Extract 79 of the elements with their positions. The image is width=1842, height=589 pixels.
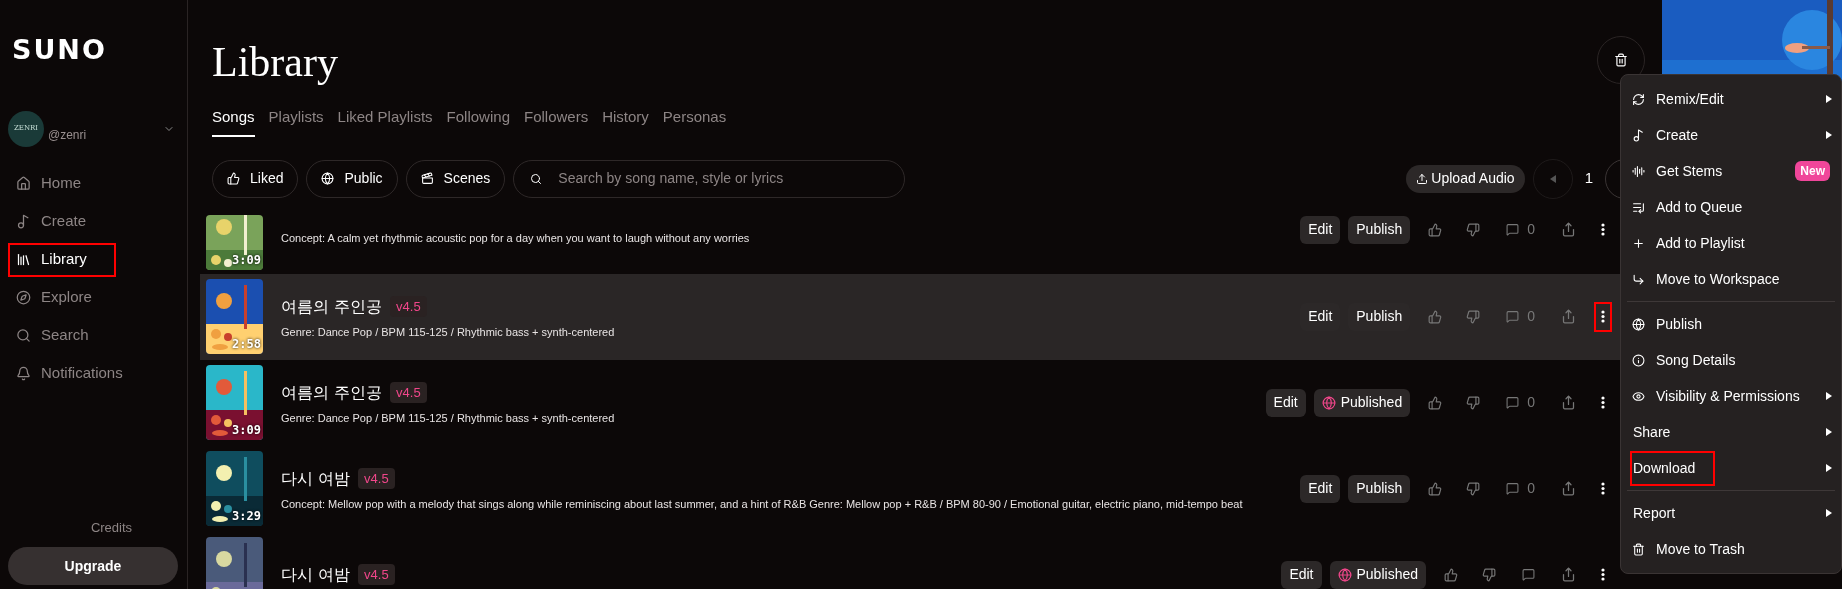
version-tag: v4.5 — [358, 563, 395, 586]
menu-label: Song Details — [1655, 350, 1737, 370]
tab[interactable]: Following — [446, 106, 510, 137]
menu-item[interactable]: Move to Workspace — [1627, 261, 1835, 297]
menu-item[interactable]: Report — [1627, 495, 1835, 531]
song-title[interactable]: 여름의 주인공 — [281, 294, 383, 319]
upgrade-button[interactable]: Upgrade — [8, 547, 178, 585]
comment-count: 0 — [1527, 307, 1535, 326]
nav-item[interactable]: Library — [8, 242, 116, 277]
menu-item[interactable]: Download — [1627, 450, 1835, 486]
duration: 3:09 — [232, 422, 261, 439]
nav-item[interactable]: Notifications — [8, 356, 175, 391]
nav-item[interactable]: Search — [8, 318, 175, 353]
menu-item[interactable]: Publish — [1627, 306, 1835, 342]
menu-item[interactable]: Add to Playlist — [1627, 225, 1835, 261]
page-number: 1 — [1583, 168, 1594, 189]
menu-label: Add to Playlist — [1655, 233, 1746, 253]
tab[interactable]: Followers — [524, 106, 589, 137]
comment-count: 0 — [1527, 479, 1535, 498]
song-row[interactable]: 2:58 여름의 주인공 v4.5 Genre: Dance Pop / BPM 115-125 / Rhythmic bass + synth-centered Edit Publish 0 — [200, 273, 1620, 360]
menu-label: Move to Workspace — [1655, 269, 1781, 289]
menu-label: Report — [1632, 503, 1677, 523]
logo[interactable]: SUNO — [12, 30, 175, 71]
menu-label: Create — [1655, 125, 1700, 145]
song-description: Genre: Dance Pop / BPM 115-125 / Rhythmic bass + synth-centered — [281, 410, 616, 425]
song-title[interactable]: 다시 여밤 — [281, 466, 351, 491]
menu-item[interactable]: Move to Trash — [1627, 531, 1835, 567]
menu-label: Publish — [1655, 314, 1703, 334]
new-badge: New — [1795, 161, 1830, 181]
menu-item[interactable]: Get Stems New — [1627, 153, 1835, 189]
song-description: Concept: Mellow pop with a melody that sings along while reminiscing about last summer, and a hint of R&B Genre: Mellow pop + R&B / BPM 80-90 / Emotional guitar, electric piano, mid-tempo beat — [281, 496, 1244, 511]
song-description: Genre: Dance Pop / BPM 115-125 / Rhythmic bass + synth-centered — [281, 324, 616, 339]
nav-item[interactable]: Home — [8, 166, 175, 201]
nav-item[interactable]: Create — [8, 204, 175, 239]
tab[interactable]: Songs — [212, 106, 255, 137]
publish-button[interactable]: Published — [1313, 388, 1411, 417]
song-description: Concept: A calm yet rhythmic acoustic pop for a day when you want to laugh without any worries — [281, 230, 751, 245]
upload-audio-button[interactable]: Upload Audio — [1406, 164, 1525, 193]
comment-count: 0 — [1527, 220, 1535, 239]
menu-label: Visibility & Permissions — [1655, 386, 1801, 406]
song-row[interactable]: 3:09 여름의 주인공 v4.5 Genre: Dance Pop / BPM 115-125 / Rhythmic bass + synth-centered Edit Published 0 — [200, 359, 1620, 446]
user-handle: @zenri — [48, 126, 87, 144]
menu-item[interactable]: Song Details — [1627, 342, 1835, 378]
version-tag: v4.5 — [390, 295, 427, 318]
tab[interactable]: Playlists — [268, 106, 324, 137]
duration: 3:09 — [232, 251, 261, 269]
menu-label: Get Stems — [1655, 161, 1724, 181]
version-tag: v4.5 — [358, 467, 395, 490]
page-title: Library — [212, 38, 338, 87]
edit-button[interactable]: Edit — [1300, 474, 1341, 503]
menu-item[interactable]: Share — [1627, 414, 1835, 450]
nav-item[interactable]: Explore — [8, 280, 175, 315]
song-row[interactable]: 다시 여밤 v4.5 Edit Published — [200, 531, 1620, 589]
version-tag: v4.5 — [390, 381, 427, 404]
menu-label: Remix/Edit — [1655, 89, 1725, 109]
duration: 3:29 — [232, 508, 261, 525]
publish-button[interactable]: Publish — [1348, 474, 1411, 503]
menu-item[interactable]: Create — [1627, 117, 1835, 153]
menu-item[interactable]: Remix/Edit — [1627, 81, 1835, 117]
publish-button[interactable]: Publish — [1348, 215, 1411, 244]
tab[interactable]: Liked Playlists — [337, 106, 433, 137]
credits-label: Credits — [90, 518, 133, 537]
menu-label: Download — [1630, 450, 1716, 486]
comment-count: 0 — [1527, 393, 1535, 412]
edit-button[interactable]: Edit — [1265, 388, 1306, 417]
menu-label: Share — [1632, 422, 1672, 442]
publish-button[interactable]: Published — [1329, 560, 1426, 589]
menu-label: Add to Queue — [1655, 197, 1744, 217]
menu-item[interactable]: Visibility & Permissions — [1627, 378, 1835, 414]
menu-label: Move to Trash — [1655, 539, 1746, 559]
menu-item[interactable]: Add to Queue — [1627, 189, 1835, 225]
search-input[interactable]: Search by song name, style or lyrics — [558, 168, 889, 189]
edit-button[interactable]: Edit — [1300, 215, 1341, 244]
tab[interactable]: Personas — [662, 106, 727, 137]
song-title[interactable]: 다시 여밤 — [281, 562, 351, 587]
tab[interactable]: History — [602, 106, 649, 137]
song-title[interactable]: 여름의 주인공 — [281, 380, 383, 405]
edit-button[interactable]: Edit — [1281, 560, 1322, 589]
duration: 2:58 — [232, 336, 261, 353]
